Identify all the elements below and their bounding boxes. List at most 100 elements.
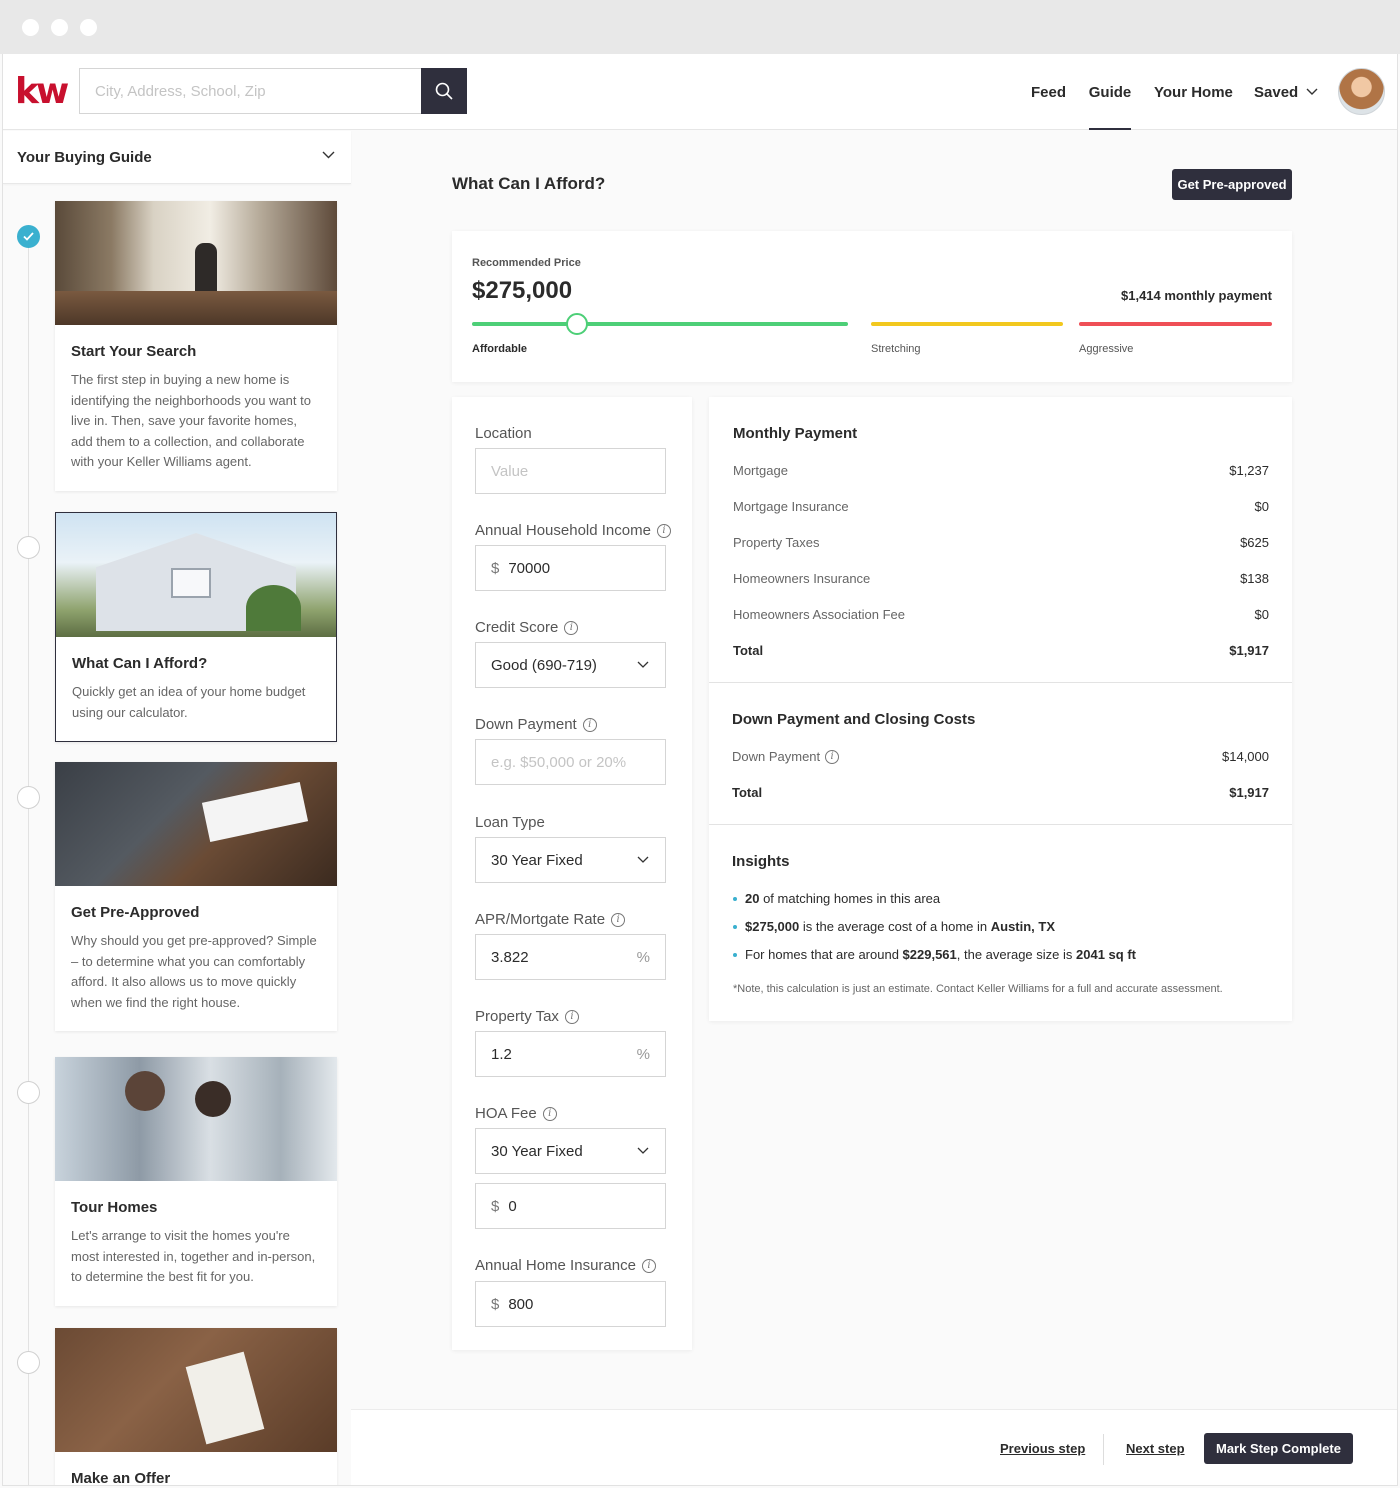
top-header: kw Feed Guide Your Home Saved (3, 54, 1397, 130)
percent-suffix: % (636, 1045, 650, 1063)
previous-step-link[interactable]: Previous step (1000, 1441, 1085, 1456)
home-insurance-value: 800 (508, 1295, 534, 1313)
currency-prefix: $ (491, 1197, 500, 1215)
buying-guide-sidebar: Your Buying Guide Start Your Search The … (3, 131, 351, 1485)
affordable-range-bar[interactable] (472, 322, 848, 326)
row-value: $1,917 (1229, 785, 1269, 800)
nav-feed[interactable]: Feed (1031, 54, 1066, 130)
credit-score-label: Credit Score i (475, 619, 579, 636)
chevron-down-icon (637, 1147, 649, 1154)
location-placeholder: Value (491, 462, 529, 480)
step-status-circle (17, 536, 40, 559)
insight-count: 20 (745, 891, 760, 906)
buying-guide-header[interactable]: Your Buying Guide (3, 131, 351, 184)
hoa-frequency-select[interactable]: 30 Year Fixed (475, 1128, 666, 1174)
nav-your-home[interactable]: Your Home (1154, 54, 1233, 130)
property-tax-input[interactable]: 1.2% (475, 1031, 666, 1077)
mark-step-complete-button[interactable]: Mark Step Complete (1204, 1433, 1353, 1464)
step-description: The first step in buying a new home is i… (71, 372, 311, 469)
insight-text: of matching homes in this area (759, 891, 941, 906)
recommended-price-panel: Recommended Price $275,000 $1,414 monthl… (452, 231, 1292, 382)
kw-logo[interactable]: kw (15, 74, 69, 110)
info-icon[interactable]: i (825, 749, 840, 764)
apr-input[interactable]: 3.822% (475, 934, 666, 980)
row-label: Homeowners Association Fee (733, 607, 905, 622)
window-dot-maximize[interactable] (80, 19, 97, 36)
breakdown-row: Homeowners Association Fee $0 (733, 607, 1269, 622)
window-dot-close[interactable] (22, 19, 39, 36)
info-icon[interactable]: i (542, 1106, 557, 1121)
income-input[interactable]: $70000 (475, 545, 666, 591)
guide-step-card[interactable]: Make an Offer (55, 1328, 337, 1485)
stretching-range-bar[interactable] (871, 322, 1063, 326)
insight-price: $229,561 (902, 947, 957, 962)
nav-guide[interactable]: Guide (1089, 54, 1131, 130)
page-title: What Can I Afford? (452, 174, 606, 193)
home-insurance-label-text: Annual Home Insurance (475, 1257, 636, 1274)
info-icon[interactable]: i (564, 1009, 579, 1024)
down-payment-row: Down Payment i $14,000 (732, 749, 1269, 764)
step-footer: Previous step Next step Mark Step Comple… (351, 1409, 1397, 1485)
window-chrome (0, 0, 1400, 54)
insight-item: 20 of matching homes in this area (733, 891, 940, 906)
estimate-disclaimer: *Note, this calculation is just an estim… (733, 983, 1223, 995)
nav-saved[interactable]: Saved (1254, 54, 1318, 130)
loan-type-label: Loan Type (475, 814, 545, 831)
home-insurance-input[interactable]: $800 (475, 1281, 666, 1327)
guide-step-card-active[interactable]: What Can I Afford? Quickly get an idea o… (55, 512, 337, 742)
stretching-label: Stretching (871, 343, 921, 355)
row-value: $138 (1240, 571, 1269, 586)
row-label: Down Payment i (732, 749, 840, 764)
step-image-signing (55, 762, 337, 886)
price-slider-handle[interactable] (566, 313, 589, 335)
guide-step-card[interactable]: Get Pre-Approved Why should you get pre-… (55, 762, 337, 1031)
search-input[interactable] (79, 68, 421, 114)
info-icon[interactable]: i (582, 717, 597, 732)
home-insurance-label: Annual Home Insurance i (475, 1257, 656, 1274)
property-tax-label: Property Tax i (475, 1008, 579, 1025)
guide-step-card[interactable]: Start Your Search The first step in buyi… (55, 201, 337, 491)
get-preapproved-button[interactable]: Get Pre-approved (1172, 169, 1292, 200)
step-status-circle (17, 1351, 40, 1374)
breakdown-row: Homeowners Insurance $138 (733, 571, 1269, 586)
guide-step-card[interactable]: Tour Homes Let's arrange to visit the ho… (55, 1057, 337, 1306)
chevron-down-icon (637, 856, 649, 863)
check-icon (23, 232, 34, 241)
aggressive-range-bar[interactable] (1079, 322, 1272, 326)
down-payment-label-text: Down Payment (475, 716, 577, 733)
user-avatar[interactable] (1338, 68, 1385, 115)
step-image-living-room (55, 201, 337, 325)
info-icon[interactable]: i (564, 620, 579, 635)
row-label: Total (733, 643, 764, 658)
steps-timeline (28, 239, 29, 1485)
row-label: Homeowners Insurance (733, 571, 871, 586)
insight-city: Austin, TX (990, 919, 1056, 934)
info-icon[interactable]: i (641, 1258, 656, 1273)
income-label-text: Annual Household Income (475, 522, 651, 539)
search-button[interactable] (421, 68, 467, 114)
calculator-form-panel: Location Value Annual Household Income i … (452, 397, 692, 1350)
window-dot-minimize[interactable] (51, 19, 68, 36)
apr-label: APR/Mortgate Rate i (475, 911, 626, 928)
credit-score-select[interactable]: Good (690-719) (475, 642, 666, 688)
insight-size: 2041 sq ft (1076, 947, 1136, 962)
info-icon[interactable]: i (656, 523, 671, 538)
row-value: $0 (1254, 607, 1269, 622)
loan-type-select[interactable]: 30 Year Fixed (475, 837, 666, 883)
hoa-amount-input[interactable]: $0 (475, 1183, 666, 1229)
property-tax-label-text: Property Tax (475, 1008, 559, 1025)
info-icon[interactable]: i (611, 912, 626, 927)
next-step-link[interactable]: Next step (1126, 1441, 1185, 1456)
insight-price: $275,000 (745, 919, 800, 934)
currency-prefix: $ (491, 559, 500, 577)
results-panel: Monthly Payment Mortgage $1,237 Mortgage … (709, 397, 1292, 1021)
section-divider (709, 824, 1292, 825)
location-input[interactable]: Value (475, 448, 666, 494)
location-label: Location (475, 425, 532, 442)
affordable-label: Affordable (472, 343, 527, 355)
location-label-text: Location (475, 425, 532, 442)
step-image-tour (55, 1057, 337, 1181)
down-payment-input[interactable]: e.g. $50,000 or 20% (475, 739, 666, 785)
row-label: Mortgage (733, 463, 788, 478)
percent-suffix: % (636, 948, 650, 966)
